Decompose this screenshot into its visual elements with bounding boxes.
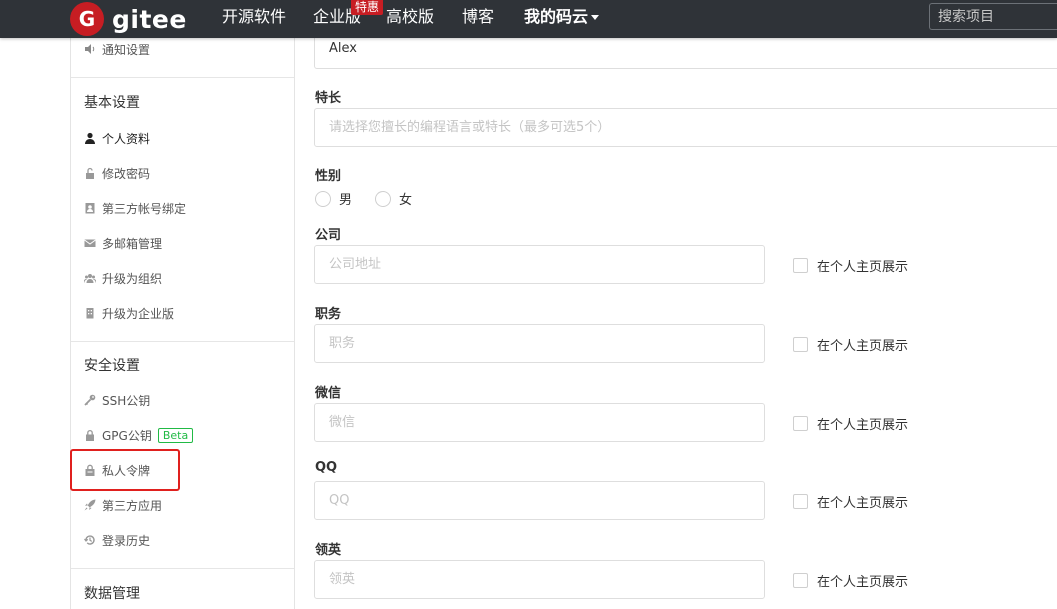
checkbox-box [793, 258, 808, 273]
sidebar-item-upgrade-org[interactable]: 升级为组织 [84, 268, 162, 288]
radio-circle [315, 190, 331, 207]
specialty-label: 特长 [315, 91, 342, 106]
nav-my-gitee-label: 我的码云 [524, 7, 589, 26]
qq-show-label: 在个人主页展示 [817, 496, 909, 511]
wechat-label: 微信 [315, 386, 342, 401]
checkbox-box [793, 416, 808, 431]
sidebar-item-emails[interactable]: 多邮箱管理 [84, 233, 162, 253]
wechat-input[interactable]: 微信 [314, 403, 765, 442]
sidebar-item-label: 登录历史 [102, 533, 151, 548]
sidebar-item-third-party-binding[interactable]: 第三方帐号绑定 [84, 198, 186, 218]
linkedin-input[interactable]: 领英 [314, 560, 765, 599]
nav-blog[interactable]: 博客 [462, 0, 494, 38]
contact-card-icon [84, 202, 96, 214]
sidebar-item-label: 多邮箱管理 [102, 236, 163, 251]
nav-my-gitee[interactable]: 我的码云 [524, 0, 600, 38]
sidebar-heading-basic: 基本设置 [84, 95, 140, 111]
sidebar-item-label: 修改密码 [102, 166, 151, 181]
company-show-checkbox[interactable]: 在个人主页展示 [793, 256, 908, 275]
sidebar-item-label: 通知设置 [102, 42, 151, 57]
specialty-select[interactable]: 请选择您擅长的编程语言或特长（最多可选5个） [314, 108, 1057, 147]
checkbox-box [793, 494, 808, 509]
linkedin-show-label: 在个人主页展示 [817, 575, 909, 590]
sidebar-item-gpg-keys[interactable]: GPG公钥 Beta [84, 425, 194, 445]
sidebar-divider [71, 568, 294, 569]
nav-university[interactable]: 高校版 [386, 0, 434, 38]
sidebar-item-login-history[interactable]: 登录历史 [84, 530, 150, 550]
company-show-label: 在个人主页展示 [817, 260, 909, 275]
linkedin-show-checkbox[interactable]: 在个人主页展示 [793, 571, 908, 590]
sidebar-divider [71, 77, 294, 78]
user-icon [84, 132, 96, 144]
radio-circle [375, 190, 391, 207]
sidebar-item-label: 第三方帐号绑定 [102, 201, 187, 216]
sidebar-item-label: SSH公钥 [102, 393, 151, 408]
sidebar-item-password[interactable]: 修改密码 [84, 163, 150, 183]
position-show-checkbox[interactable]: 在个人主页展示 [793, 335, 908, 354]
checkbox-box [793, 573, 808, 588]
top-navbar: G gitee 开源软件 企业版 特惠 高校版 博客 我的码云 [0, 0, 1057, 38]
chevron-down-icon [591, 15, 600, 20]
sidebar-item-label: 个人资料 [102, 131, 151, 146]
gitee-logo-icon: G [70, 2, 104, 36]
history-icon [84, 534, 96, 546]
special-offer-badge: 特惠 [351, 0, 384, 15]
qq-label: QQ [315, 460, 338, 475]
settings-sidebar: 通知设置 基本设置 个人资料 修改密码 第三方帐号绑定 多邮箱管理 升级为组织 [70, 38, 295, 609]
envelope-icon [84, 237, 96, 249]
linkedin-label: 领英 [315, 543, 342, 558]
highlight-annotation-box [70, 449, 180, 491]
rocket-icon [84, 499, 96, 511]
gitee-wordmark: gitee [112, 4, 187, 34]
qq-show-checkbox[interactable]: 在个人主页展示 [793, 492, 908, 511]
key-icon [84, 394, 96, 406]
unlock-icon [84, 167, 96, 179]
gender-male-radio[interactable]: 男 [315, 189, 352, 208]
sidebar-item-upgrade-enterprise[interactable]: 升级为企业版 [84, 303, 174, 323]
sidebar-heading-data: 数据管理 [84, 586, 140, 602]
gender-female-label: 女 [399, 193, 413, 208]
gender-female-radio[interactable]: 女 [375, 189, 412, 208]
speaker-icon [84, 43, 96, 55]
wechat-show-checkbox[interactable]: 在个人主页展示 [793, 414, 908, 433]
lock-icon [84, 429, 96, 441]
nav-open-source[interactable]: 开源软件 [222, 0, 286, 38]
beta-badge: Beta [157, 427, 194, 443]
sidebar-item-label: 升级为企业版 [102, 306, 175, 321]
gitee-logo[interactable]: G gitee [70, 2, 187, 36]
sidebar-item-notifications[interactable]: 通知设置 [84, 39, 150, 59]
sidebar-item-label: 升级为组织 [102, 271, 163, 286]
position-input[interactable]: 职务 [314, 324, 765, 363]
position-label: 职务 [315, 307, 342, 322]
sidebar-heading-security: 安全设置 [84, 358, 140, 374]
sidebar-divider [71, 341, 294, 342]
company-input[interactable]: 公司地址 [314, 245, 765, 284]
sidebar-item-label: 第三方应用 [102, 498, 163, 513]
wechat-show-label: 在个人主页展示 [817, 418, 909, 433]
company-label: 公司 [315, 228, 342, 243]
sidebar-item-profile[interactable]: 个人资料 [84, 128, 150, 148]
sidebar-item-ssh-keys[interactable]: SSH公钥 [84, 390, 150, 410]
users-icon [84, 272, 96, 284]
sidebar-item-label: GPG公钥 [102, 428, 152, 443]
qq-input[interactable]: QQ [314, 481, 765, 520]
gender-male-label: 男 [339, 193, 353, 208]
gender-label: 性别 [315, 169, 342, 184]
building-icon [84, 307, 96, 319]
search-input[interactable] [929, 3, 1057, 30]
checkbox-box [793, 337, 808, 352]
sidebar-item-third-party-apps[interactable]: 第三方应用 [84, 495, 162, 515]
position-show-label: 在个人主页展示 [817, 339, 909, 354]
